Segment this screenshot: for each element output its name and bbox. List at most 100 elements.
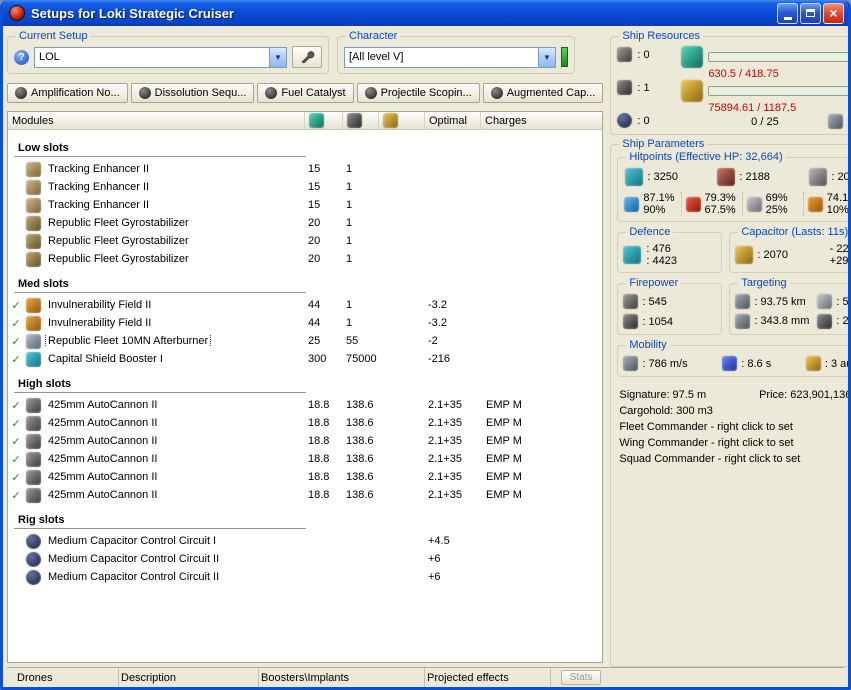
module-charge[interactable]: EMP M: [480, 489, 602, 501]
scan-resolution: : 343.8 mm: [754, 315, 810, 328]
fitting-tab-icon: [364, 87, 377, 99]
rig-slot-icon: [617, 113, 633, 128]
setup-tabs: Amplification No... Dissolution Sequ... …: [7, 83, 604, 103]
character-combobox[interactable]: [All level V] ▼: [344, 46, 556, 68]
module-pg-value: 1: [346, 235, 353, 247]
module-name[interactable]: Invulnerability Field II: [46, 299, 153, 311]
invulnerability-field-icon: [26, 297, 41, 313]
module-name[interactable]: Invulnerability Field II: [46, 317, 153, 329]
module-name[interactable]: Capital Shield Booster I: [46, 353, 165, 365]
module-row[interactable]: Tracking Enhancer II 15 1: [8, 160, 602, 178]
fleet-commander-text[interactable]: Fleet Commander - right click to set: [619, 419, 848, 435]
module-cpu-value: 20: [308, 235, 321, 247]
module-name[interactable]: 425mm AutoCannon II: [46, 471, 159, 483]
chevron-down-icon[interactable]: ▼: [538, 47, 555, 67]
help-icon[interactable]: ?: [14, 49, 29, 65]
fitting-tab[interactable]: Dissolution Sequ...: [130, 83, 255, 103]
bottom-tab[interactable]: Drones: [15, 668, 119, 687]
module-active-check[interactable]: ✓: [8, 399, 24, 412]
module-name[interactable]: Republic Fleet 10MN Afterburner: [44, 335, 212, 347]
module-charge[interactable]: EMP M: [480, 399, 602, 411]
wing-commander-text[interactable]: Wing Commander - right click to set: [619, 435, 848, 451]
module-row[interactable]: ✓ Capital Shield Booster I 300 75000 -21…: [8, 350, 602, 368]
slot-section-title: High slots: [14, 376, 306, 393]
module-name[interactable]: Tracking Enhancer II: [46, 163, 151, 175]
fitting-tab[interactable]: Projectile Scopin...: [356, 83, 480, 103]
module-row[interactable]: Tracking Enhancer II 15 1: [8, 178, 602, 196]
rig-slots: : 0: [637, 114, 650, 127]
bottom-tab[interactable]: Description: [119, 668, 259, 687]
module-cpu-value: 18.8: [308, 399, 330, 411]
titlebar[interactable]: Setups for Loki Strategic Cruiser ×: [3, 0, 848, 26]
module-row[interactable]: Medium Capacitor Control Circuit II +6: [8, 568, 602, 586]
module-row[interactable]: ✓ Invulnerability Field II 44 1 -3.2: [8, 314, 602, 332]
module-charge[interactable]: EMP M: [480, 471, 602, 483]
module-row[interactable]: ✓ 425mm AutoCannon II 18.8 138.6 2.1+35 …: [8, 396, 602, 414]
module-active-check[interactable]: ✓: [8, 317, 24, 330]
stats-button[interactable]: Stats: [561, 670, 601, 685]
defence-groupbox: Defence : 476 : 4423: [617, 226, 723, 273]
sensor-strength: : 29.7: [836, 315, 849, 328]
current-setup-combobox[interactable]: LOL ▼: [34, 46, 287, 68]
module-name[interactable]: Republic Fleet Gyrostabilizer: [46, 217, 191, 229]
module-active-check[interactable]: ✓: [8, 417, 24, 430]
setup-tools-button[interactable]: [292, 46, 322, 68]
module-row[interactable]: ✓ 425mm AutoCannon II 18.8 138.6 2.1+35 …: [8, 486, 602, 504]
explosive-resist-shield: 74.1%: [826, 192, 849, 204]
module-row[interactable]: Republic Fleet Gyrostabilizer 20 1: [8, 250, 602, 268]
module-row[interactable]: Medium Capacitor Control Circuit I +4.5: [8, 532, 602, 550]
module-active-check[interactable]: ✓: [8, 299, 24, 312]
volley-icon: [623, 314, 639, 329]
chevron-down-icon[interactable]: ▼: [269, 47, 286, 67]
gyrostabilizer-icon: [26, 233, 41, 249]
module-row[interactable]: ✓ 425mm AutoCannon II 18.8 138.6 2.1+35 …: [8, 432, 602, 450]
character-groupbox: Character [All level V] ▼: [337, 30, 575, 74]
module-name[interactable]: 425mm AutoCannon II: [46, 399, 159, 411]
module-name[interactable]: Tracking Enhancer II: [46, 181, 151, 193]
module-row[interactable]: ✓ 425mm AutoCannon II 18.8 138.6 2.1+35 …: [8, 468, 602, 486]
bottom-tab[interactable]: Boosters\Implants: [259, 668, 425, 687]
module-row[interactable]: Tracking Enhancer II 15 1: [8, 196, 602, 214]
module-charge[interactable]: EMP M: [480, 435, 602, 447]
module-row[interactable]: ✓ 425mm AutoCannon II 18.8 138.6 2.1+35 …: [8, 414, 602, 432]
module-active-check[interactable]: ✓: [8, 435, 24, 448]
bottom-tab[interactable]: Projected effects: [425, 668, 551, 687]
ship-info-text: Signature: 97.5 m Price: 623,901,136 isk…: [617, 387, 848, 467]
module-charge[interactable]: EMP M: [480, 453, 602, 465]
module-row[interactable]: ✓ 425mm AutoCannon II 18.8 138.6 2.1+35 …: [8, 450, 602, 468]
module-name[interactable]: 425mm AutoCannon II: [46, 453, 159, 465]
module-name[interactable]: 425mm AutoCannon II: [46, 435, 159, 447]
module-active-check[interactable]: ✓: [8, 335, 24, 348]
module-row[interactable]: ✓ Invulnerability Field II 44 1 -3.2: [8, 296, 602, 314]
squad-commander-text[interactable]: Squad Commander - right click to set: [619, 451, 848, 467]
module-active-check[interactable]: ✓: [8, 353, 24, 366]
module-active-check[interactable]: ✓: [8, 453, 24, 466]
module-name[interactable]: Republic Fleet Gyrostabilizer: [46, 253, 191, 265]
module-row[interactable]: ✓ Republic Fleet 10MN Afterburner 25 55 …: [8, 332, 602, 350]
module-name[interactable]: 425mm AutoCannon II: [46, 417, 159, 429]
module-name[interactable]: Medium Capacitor Control Circuit II: [46, 571, 221, 583]
fitting-tab[interactable]: Amplification No...: [7, 83, 128, 103]
module-row[interactable]: Republic Fleet Gyrostabilizer 20 1: [8, 214, 602, 232]
module-name[interactable]: Tracking Enhancer II: [46, 199, 151, 211]
module-optimal-value: -3.2: [428, 317, 447, 329]
module-row[interactable]: Republic Fleet Gyrostabilizer 20 1: [8, 232, 602, 250]
module-charge[interactable]: EMP M: [480, 417, 602, 429]
kinetic-resist-shield: 69%: [765, 192, 788, 204]
kinetic-resist-armor: 25%: [765, 204, 788, 216]
bottom-tab-label: Drones: [17, 671, 53, 684]
autocannon-icon: [26, 433, 41, 449]
module-name[interactable]: 425mm AutoCannon II: [46, 489, 159, 501]
module-name[interactable]: Medium Capacitor Control Circuit I: [46, 535, 218, 547]
module-active-check[interactable]: ✓: [8, 471, 24, 484]
module-name[interactable]: Republic Fleet Gyrostabilizer: [46, 235, 191, 247]
maximize-button[interactable]: [800, 2, 821, 24]
module-row[interactable]: Medium Capacitor Control Circuit II +6: [8, 550, 602, 568]
module-active-check[interactable]: ✓: [8, 489, 24, 502]
fitting-tab[interactable]: Augmented Cap...: [482, 83, 604, 103]
minimize-button[interactable]: [777, 2, 798, 24]
turret-hardpoints: : 0: [637, 48, 650, 61]
module-name[interactable]: Medium Capacitor Control Circuit II: [46, 553, 221, 565]
fitting-tab[interactable]: Fuel Catalyst: [257, 83, 354, 103]
close-button[interactable]: ×: [823, 2, 844, 24]
